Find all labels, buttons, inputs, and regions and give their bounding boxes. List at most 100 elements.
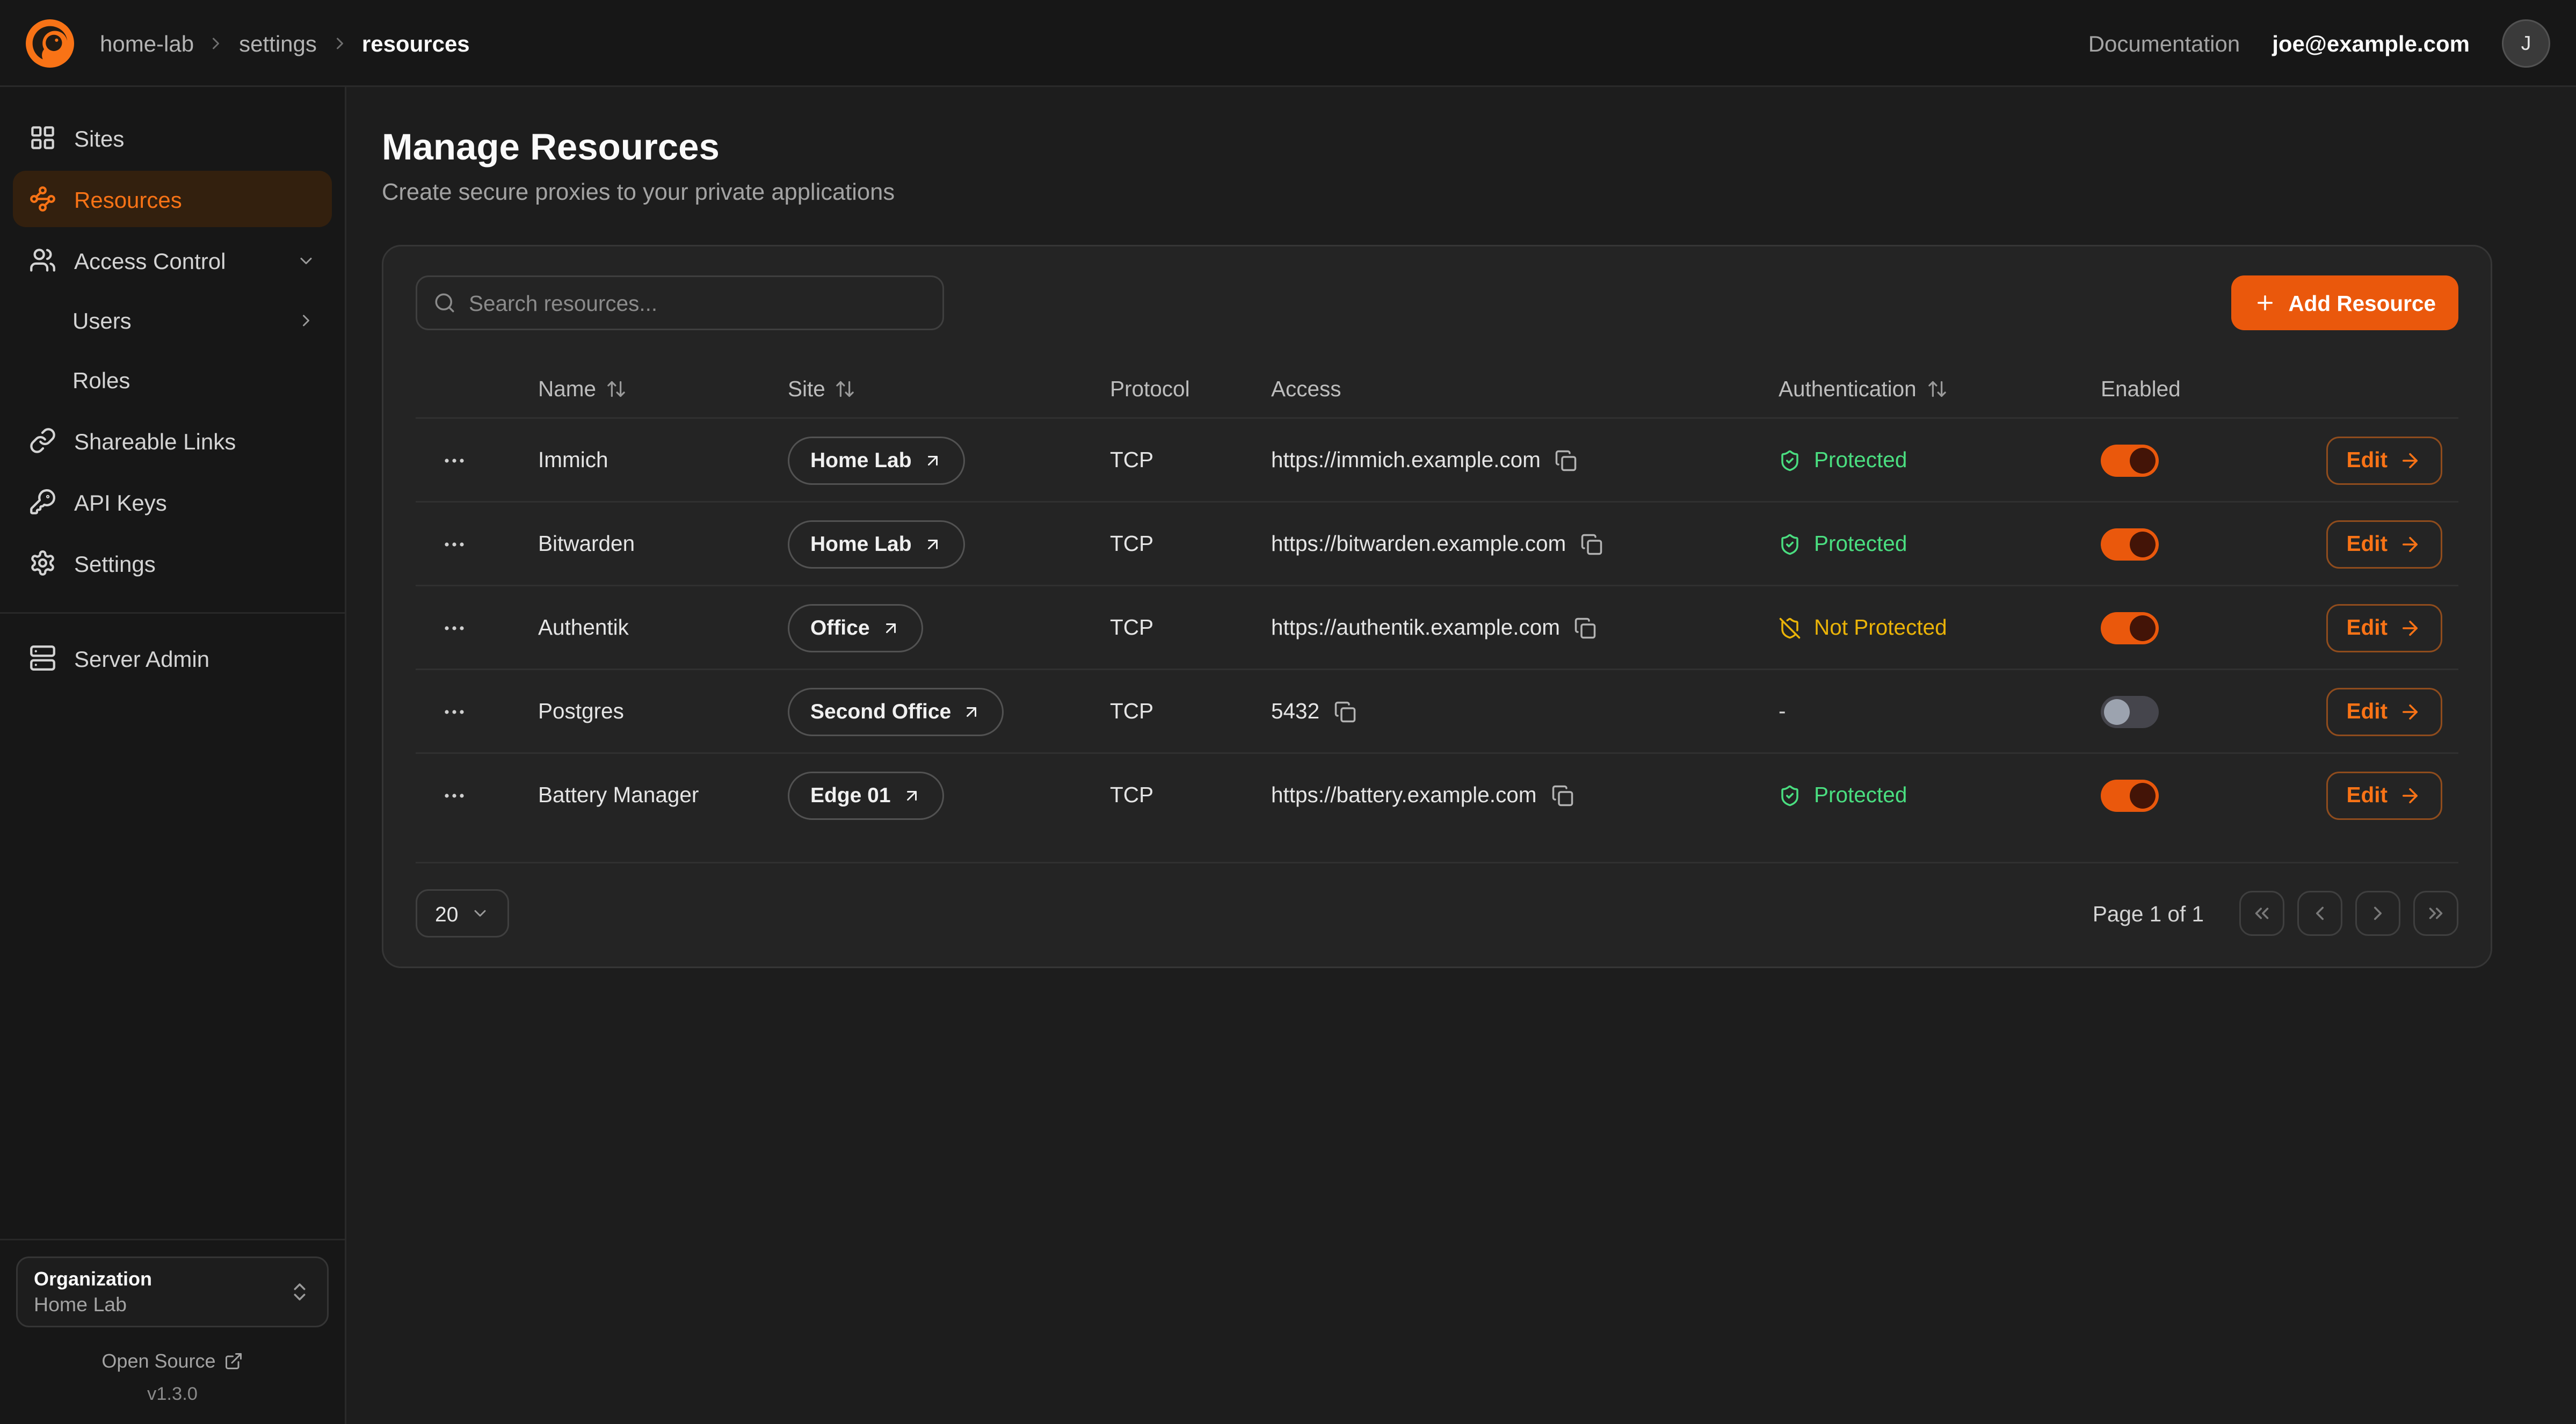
access-url: 5432 (1271, 699, 1319, 723)
sidebar-item-roles[interactable]: Roles (13, 353, 332, 408)
arrow-up-right-icon (881, 618, 901, 637)
sidebar-item-label: Settings (74, 550, 156, 576)
avatar[interactable]: J (2502, 19, 2550, 67)
enabled-toggle[interactable] (2101, 528, 2159, 560)
arrow-right-icon (2399, 784, 2421, 807)
auth-status: Protected (1766, 532, 2088, 556)
copy-button[interactable] (1574, 616, 1597, 639)
sidebar-item-users[interactable]: Users (13, 293, 332, 348)
copy-icon (1555, 449, 1578, 471)
edit-button[interactable]: Edit (2326, 771, 2443, 819)
documentation-link[interactable]: Documentation (2088, 30, 2240, 56)
auth-status: Protected (1766, 783, 2088, 807)
page-size-select[interactable]: 20 (416, 889, 510, 938)
first-page-button[interactable] (2239, 891, 2284, 936)
edit-button[interactable]: Edit (2326, 436, 2443, 484)
table-header: Name Site Protocol Access (416, 359, 2458, 417)
enabled-toggle[interactable] (2101, 612, 2159, 644)
row-menu-button[interactable] (433, 439, 475, 481)
topbar: home-lab settings resources Documentatio… (0, 0, 2576, 87)
table-row: Immich Home Lab TCP https://immich.examp… (416, 417, 2458, 501)
org-selector-value: Home Lab (34, 1294, 152, 1316)
chevrons-left-icon (2251, 902, 2273, 925)
previous-page-button[interactable] (2297, 891, 2342, 936)
breadcrumb-settings[interactable]: settings (239, 30, 317, 56)
access-url: https://battery.example.com (1271, 783, 1536, 807)
row-menu-button[interactable] (433, 774, 475, 816)
copy-icon (1574, 616, 1597, 639)
resource-name: Bitwarden (493, 532, 775, 556)
chevron-right-icon (2367, 902, 2389, 925)
resource-name: Immich (493, 448, 775, 472)
sidebar-bottom: Organization Home Lab Open Source v1.3.0 (13, 1223, 332, 1405)
chevron-left-icon (2309, 902, 2331, 925)
resources-icon (29, 185, 56, 213)
column-header-access: Access (1258, 376, 1766, 401)
sidebar-item-label: Sites (74, 125, 124, 151)
site-link[interactable]: Home Lab (788, 436, 965, 484)
row-menu-button[interactable] (433, 523, 475, 565)
enabled-toggle[interactable] (2101, 444, 2159, 476)
shield-check-icon (1779, 533, 1801, 555)
sort-icon (1926, 378, 1947, 399)
arrow-up-right-icon (962, 702, 982, 721)
site-link[interactable]: Second Office (788, 687, 1004, 736)
next-page-button[interactable] (2355, 891, 2400, 936)
table-row: Bitwarden Home Lab TCP https://bitwarden… (416, 501, 2458, 585)
sidebar-item-settings[interactable]: Settings (13, 535, 332, 591)
sidebar-item-shareable-links[interactable]: Shareable Links (13, 412, 332, 469)
site-link[interactable]: Office (788, 604, 923, 652)
sidebar-item-resources[interactable]: Resources (13, 171, 332, 227)
chevron-right-icon (330, 33, 349, 53)
org-selector[interactable]: Organization Home Lab (16, 1256, 329, 1327)
edit-button[interactable]: Edit (2326, 520, 2443, 568)
sidebar-item-server-admin[interactable]: Server Admin (13, 630, 332, 686)
page-subtitle: Create secure proxies to your private ap… (382, 180, 2492, 206)
sidebar-item-label: Resources (74, 186, 182, 212)
copy-button[interactable] (1555, 449, 1578, 471)
site-link[interactable]: Home Lab (788, 520, 965, 568)
search-input[interactable] (469, 291, 926, 315)
users-icon (29, 246, 56, 274)
row-menu-button[interactable] (433, 607, 475, 649)
enabled-toggle[interactable] (2101, 695, 2159, 728)
column-header-name[interactable]: Name (493, 376, 775, 401)
access-url: https://immich.example.com (1271, 448, 1541, 472)
open-source-link[interactable]: Open Source (13, 1350, 332, 1372)
column-header-enabled: Enabled (2088, 376, 2273, 401)
add-resource-button[interactable]: Add Resource (2232, 275, 2458, 330)
chevron-right-icon (296, 311, 316, 330)
column-header-site[interactable]: Site (775, 376, 1097, 401)
breadcrumb-org[interactable]: home-lab (100, 30, 194, 56)
sidebar-item-api-keys[interactable]: API Keys (13, 474, 332, 530)
breadcrumb-current: resources (362, 30, 470, 56)
page-title: Manage Resources (382, 126, 2492, 169)
enabled-toggle[interactable] (2101, 779, 2159, 811)
sidebar-item-access-control[interactable]: Access Control (13, 232, 332, 288)
search-box (416, 275, 944, 330)
ellipsis-icon (441, 447, 467, 473)
user-email[interactable]: joe@example.com (2272, 30, 2470, 56)
chevron-right-icon (207, 33, 226, 53)
app-logo-icon[interactable] (26, 19, 74, 67)
edit-button[interactable]: Edit (2326, 604, 2443, 652)
copy-icon (1551, 784, 1573, 807)
copy-button[interactable] (1580, 533, 1603, 555)
access-url: https://authentik.example.com (1271, 615, 1560, 640)
site-link[interactable]: Edge 01 (788, 771, 944, 819)
copy-button[interactable] (1334, 700, 1356, 723)
pagination: Page 1 of 1 (2093, 891, 2458, 936)
resource-protocol: TCP (1097, 532, 1258, 556)
sidebar-item-label: API Keys (74, 489, 167, 515)
row-menu-button[interactable] (433, 691, 475, 732)
ellipsis-icon (441, 699, 467, 724)
arrow-up-right-icon (902, 786, 921, 805)
ellipsis-icon (441, 531, 467, 557)
edit-button[interactable]: Edit (2326, 687, 2443, 736)
gear-icon (29, 549, 56, 577)
sidebar-item-label: Users (72, 308, 132, 333)
column-header-authentication[interactable]: Authentication (1766, 376, 2088, 401)
sidebar-item-sites[interactable]: Sites (13, 110, 332, 166)
copy-button[interactable] (1551, 784, 1573, 807)
last-page-button[interactable] (2413, 891, 2458, 936)
